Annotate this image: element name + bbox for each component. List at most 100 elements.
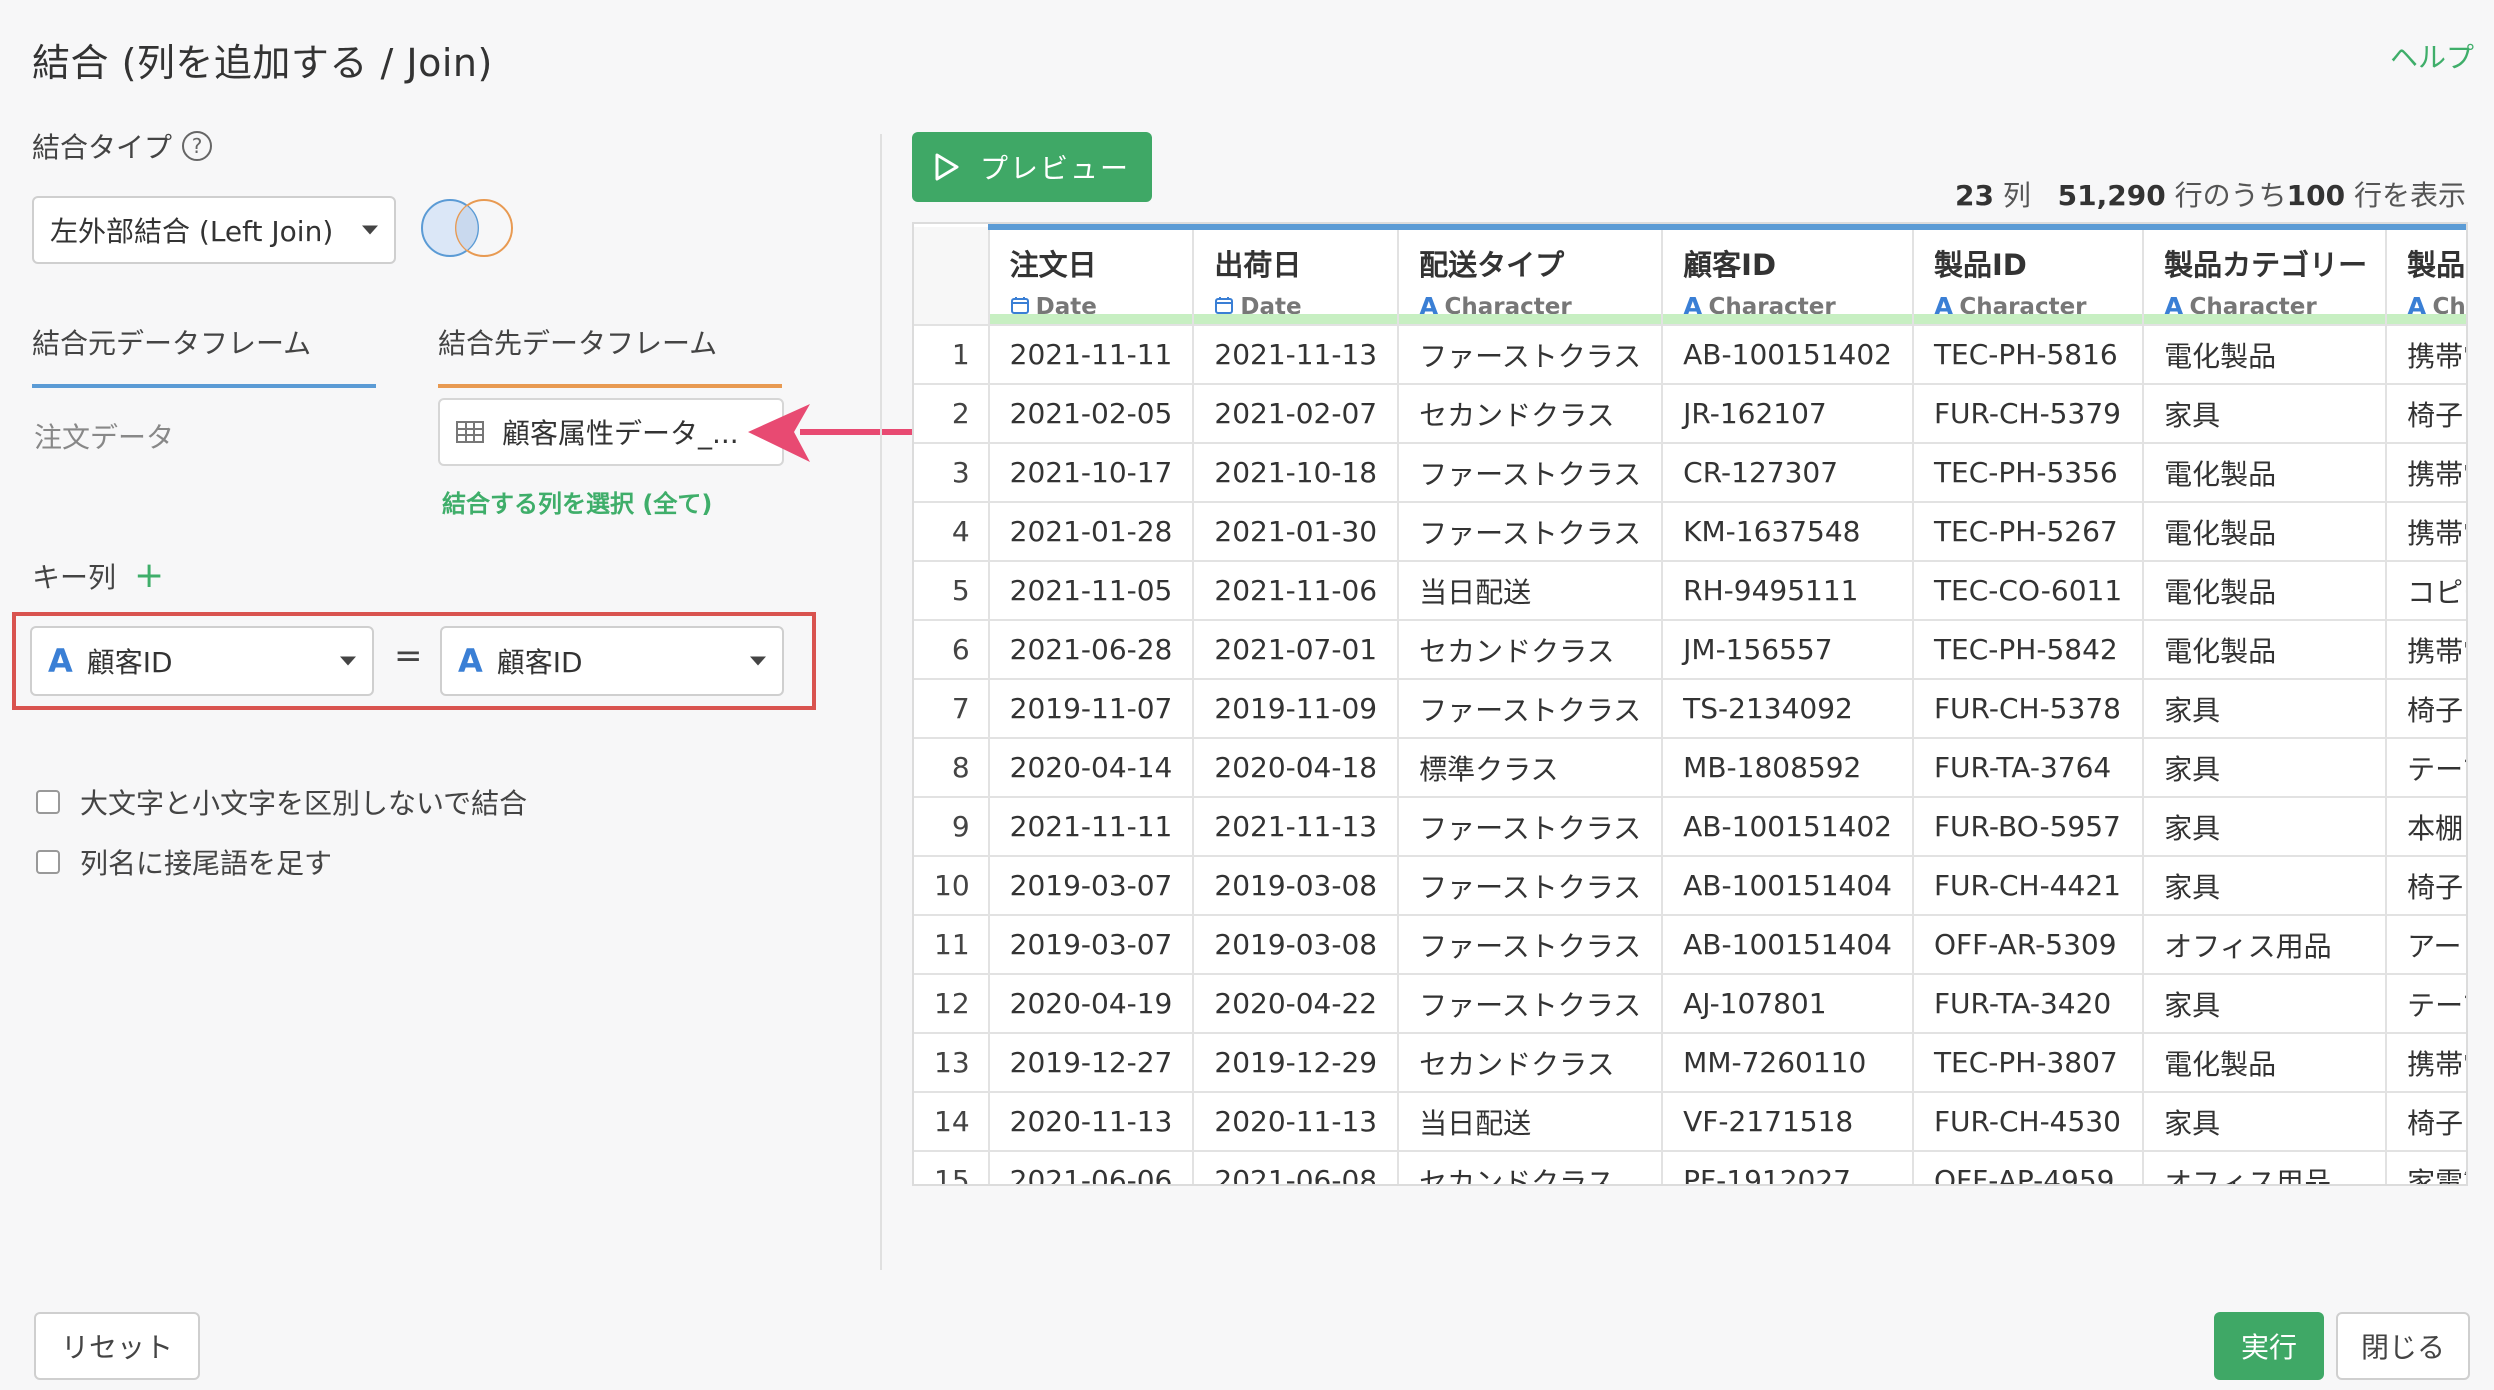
- table-row: 14 2020-11-13 2020-11-13 当日配送 VF-2171518 FUR-…: [914, 1092, 2466, 1152]
- table-cell: 2019-12-29: [1193, 1033, 1400, 1093]
- column-header[interactable]: 製品サAChara: [2386, 224, 2466, 326]
- arrow-annotation-icon: [748, 404, 936, 462]
- row-number: 14: [914, 1092, 990, 1152]
- table-cell: TEC-PH-5356: [1912, 443, 2145, 503]
- table-cell: AB-100151404: [1662, 856, 1914, 916]
- preview-button[interactable]: プレビュー: [912, 132, 1152, 202]
- table-cell: 2021-06-06: [988, 1151, 1195, 1184]
- table-cell: ファーストクラス: [1398, 679, 1664, 739]
- total-rows: 51,290: [2057, 179, 2166, 212]
- table-cell: TEC-PH-5816: [1912, 325, 2145, 385]
- tab-target-dataframe[interactable]: 結合先データフレーム: [438, 322, 782, 388]
- reset-button[interactable]: リセット: [34, 1312, 200, 1380]
- table-row: 3 2021-10-17 2021-10-18 ファーストクラス CR-127307 TE…: [914, 443, 2466, 503]
- suffix-checkbox[interactable]: [36, 850, 60, 874]
- table-cell: 2020-04-19: [988, 974, 1195, 1034]
- table-cell: セカンドクラス: [1398, 1033, 1664, 1093]
- column-name: 製品ID: [1933, 248, 2027, 282]
- table-cell: TEC-PH-3807: [1912, 1033, 2145, 1093]
- target-dataframe-name: 顧客属性データ_...: [502, 417, 739, 450]
- target-dataframe-select[interactable]: 顧客属性データ_...: [438, 398, 784, 466]
- table-cell: ファーストクラス: [1398, 974, 1664, 1034]
- key-right-select[interactable]: A 顧客ID: [440, 626, 784, 696]
- row-number: 4: [914, 502, 990, 562]
- table-cell: 携帯電: [2386, 1033, 2466, 1093]
- tab-source-dataframe[interactable]: 結合元データフレーム: [32, 322, 376, 388]
- table-cell: 2021-10-17: [988, 443, 1195, 503]
- join-type-select[interactable]: 左外部結合 (Left Join): [32, 196, 396, 264]
- table-cell: 当日配送: [1398, 1092, 1664, 1152]
- table-cell: ファーストクラス: [1398, 797, 1664, 857]
- table-cell: VF-2171518: [1662, 1092, 1914, 1152]
- table-cell: 電化製品: [2143, 561, 2388, 621]
- table-cell: 電化製品: [2143, 1033, 2388, 1093]
- row-number: 8: [914, 738, 990, 798]
- column-quality-bar: [1913, 314, 2142, 323]
- table-cell: オフィス用品: [2143, 1151, 2388, 1184]
- table-cell: 家具: [2143, 1092, 2388, 1152]
- column-header[interactable]: 製品ID A Character: [1912, 224, 2145, 326]
- column-quality-bar: [1663, 314, 1911, 323]
- table-cell: セカンドクラス: [1398, 384, 1664, 444]
- key-right-value: 顧客ID: [496, 646, 583, 679]
- character-type-icon: A: [48, 642, 73, 680]
- character-type-icon: A: [458, 642, 483, 680]
- column-name: 顧客ID: [1683, 248, 1777, 282]
- help-link[interactable]: ヘルプ: [2390, 36, 2474, 76]
- table-cell: FUR-TA-3764: [1912, 738, 2145, 798]
- suffix-label: 列名に接尾語を足す: [80, 847, 333, 880]
- table-row: 4 2021-01-28 2021-01-30 ファーストクラス KM-1637548 T…: [914, 502, 2466, 562]
- table-cell: 当日配送: [1398, 561, 1664, 621]
- column-quality-bar: [2387, 314, 2466, 323]
- table-cell: FUR-CH-5379: [1912, 384, 2145, 444]
- table-cell: 2020-11-13: [988, 1092, 1195, 1152]
- preview-table-container[interactable]: 注文日 Date 出荷日 Date 配送タイプ A Character 顧客ID A Charac…: [912, 222, 2468, 1186]
- suffix-option[interactable]: 列名に接尾語を足す: [36, 842, 332, 882]
- play-icon: [935, 153, 959, 181]
- table-cell: 本棚: [2386, 797, 2466, 857]
- column-header[interactable]: 製品カテゴリー A Character: [2143, 224, 2388, 326]
- column-header[interactable]: 注文日 Date: [988, 224, 1195, 326]
- column-header[interactable]: 顧客ID A Character: [1662, 224, 1914, 326]
- row-number: 6: [914, 620, 990, 680]
- add-key-icon[interactable]: +: [134, 558, 164, 594]
- case-insensitive-label: 大文字と小文字を区別しないで結合: [80, 787, 528, 820]
- rows-suffix-text: 行を表示: [2353, 179, 2466, 212]
- question-icon[interactable]: ?: [182, 131, 213, 161]
- run-button[interactable]: 実行: [2214, 1312, 2324, 1380]
- case-insensitive-checkbox[interactable]: [36, 790, 60, 814]
- table-row: 12 2020-04-19 2020-04-22 ファーストクラス AJ-107801 F…: [914, 974, 2466, 1034]
- key-left-select[interactable]: A 顧客ID: [30, 626, 374, 696]
- column-header[interactable]: 配送タイプ A Character: [1398, 224, 1664, 326]
- shown-rows: 100: [2286, 179, 2346, 212]
- case-insensitive-option[interactable]: 大文字と小文字を区別しないで結合: [36, 782, 527, 822]
- column-header[interactable]: 出荷日 Date: [1193, 224, 1400, 326]
- column-count: 23: [1955, 179, 1995, 212]
- table-cell: TS-2134092: [1662, 679, 1914, 739]
- row-number: 12: [914, 974, 990, 1034]
- table-cell: 2020-04-22: [1193, 974, 1400, 1034]
- preview-table: 注文日 Date 出荷日 Date 配送タイプ A Character 顧客ID A Charac…: [914, 224, 2466, 1184]
- row-number: 2: [914, 384, 990, 444]
- key-columns-label-row: キー列 +: [32, 556, 164, 596]
- table-cell: 2021-06-08: [1193, 1151, 1400, 1184]
- table-cell: 2021-01-30: [1193, 502, 1400, 562]
- table-row: 2 2021-02-05 2021-02-07 セカンドクラス JR-162107 FUR…: [914, 384, 2466, 444]
- row-number: 9: [914, 797, 990, 857]
- row-number: 13: [914, 1033, 990, 1093]
- table-cell: 2019-03-07: [988, 915, 1195, 975]
- table-cell: 椅子: [2386, 1092, 2466, 1152]
- table-cell: 2021-11-13: [1193, 797, 1400, 857]
- table-cell: TEC-CO-6011: [1912, 561, 2145, 621]
- row-number: 5: [914, 561, 990, 621]
- table-cell: アート: [2386, 915, 2466, 975]
- table-cell: 2020-04-18: [1193, 738, 1400, 798]
- table-row: 13 2019-12-27 2019-12-29 セカンドクラス MM-7260110 T…: [914, 1033, 2466, 1093]
- table-cell: 電化製品: [2143, 620, 2388, 680]
- table-cell: 椅子: [2386, 384, 2466, 444]
- close-button[interactable]: 閉じる: [2336, 1312, 2470, 1380]
- rows-mid-text: 行のうち: [2174, 179, 2287, 212]
- table-cell: 2019-03-08: [1193, 856, 1400, 916]
- select-columns-link[interactable]: 結合する列を選択 (全て): [442, 484, 712, 519]
- table-cell: 2021-11-11: [988, 797, 1195, 857]
